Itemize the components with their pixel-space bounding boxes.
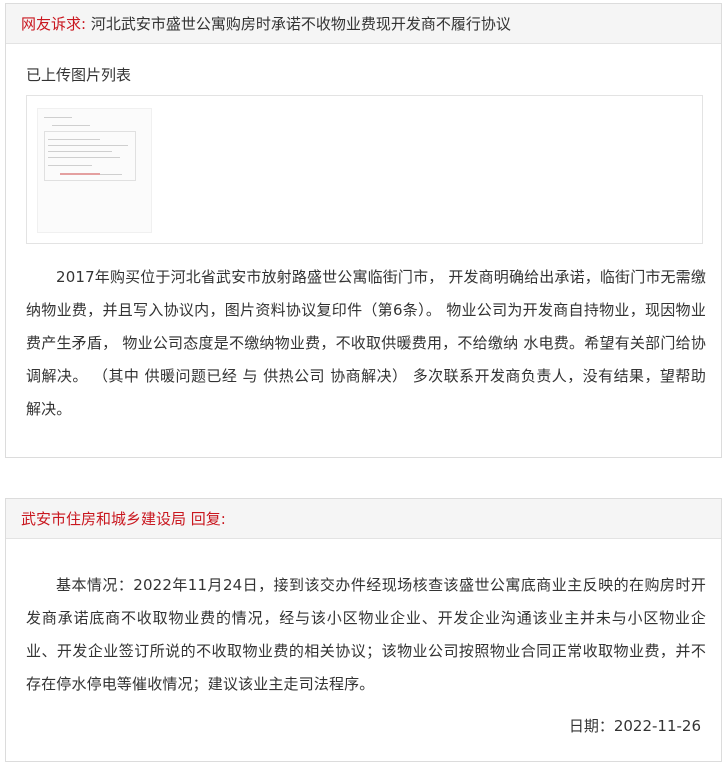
reply-date: 日期：2022-11-26 — [568, 717, 701, 735]
reply-body: 基本情况：2022年11月24日，接到该交办件经现场核查该盛世公寓底商业主反映的… — [26, 576, 706, 693]
complaint-body: 2017年购买位于河北省武安市放射路盛世公寓临街门市， 开发商明确给出承诺，临街… — [26, 268, 706, 418]
complaint-label: 网友诉求: — [21, 15, 87, 33]
complaint-panel: 网友诉求: 河北武安市盛世公寓购房时承诺不收物业费现开发商不履行协议 已上传图片… — [5, 3, 722, 458]
document-image-thumbnail[interactable] — [37, 108, 152, 233]
complaint-header: 网友诉求: 河北武安市盛世公寓购房时承诺不收物业费现开发商不履行协议 — [6, 4, 721, 44]
image-gallery — [26, 95, 703, 244]
reply-panel: 武安市住房和城乡建设局 回复: 基本情况：2022年11月24日，接到该交办件经… — [5, 498, 722, 762]
gallery-title: 已上传图片列表 — [26, 66, 132, 84]
reply-department: 武安市住房和城乡建设局 回复: — [21, 510, 226, 528]
reply-header: 武安市住房和城乡建设局 回复: — [6, 499, 721, 539]
complaint-title: 河北武安市盛世公寓购房时承诺不收物业费现开发商不履行协议 — [90, 15, 511, 33]
